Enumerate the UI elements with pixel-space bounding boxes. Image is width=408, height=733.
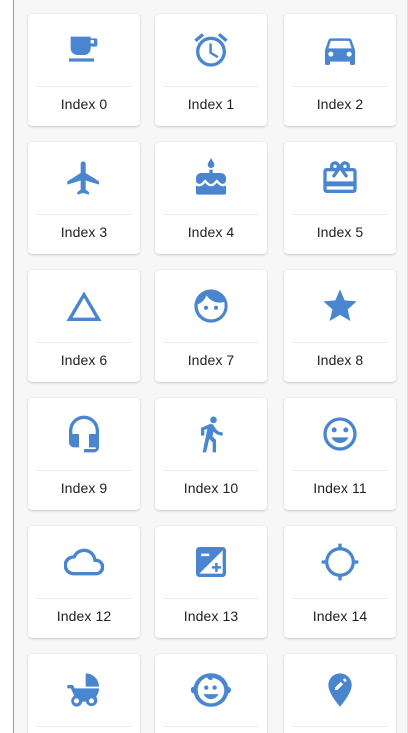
car-icon [320, 30, 360, 70]
tile-label: Index 4 [187, 224, 235, 240]
grid-tile-3[interactable]: Index 3 [28, 142, 140, 254]
tile-label: Index 6 [60, 352, 108, 368]
location-pin-edit-icon [320, 670, 360, 710]
grid-tile-6[interactable]: Index 6 [28, 270, 140, 382]
tile-divider [36, 214, 132, 215]
grid-tile-14[interactable]: Index 14 [284, 526, 396, 638]
grid-tile-4[interactable]: Index 4 [155, 142, 267, 254]
headset-icon [64, 414, 104, 454]
tile-label: Index 13 [183, 608, 239, 624]
icon-grid-scroll-view[interactable]: Index 0 Index 1 Index 2 Index 3 Index 4 … [14, 0, 408, 733]
coffee-cup-icon [64, 30, 104, 70]
tile-label: Index 3 [60, 224, 108, 240]
triangle-outline-icon [64, 286, 104, 326]
tile-divider [292, 726, 388, 727]
tile-label: Index 2 [316, 96, 364, 112]
tile-label: Index 1 [187, 96, 235, 112]
tile-divider [292, 214, 388, 215]
tile-label: Index 9 [60, 480, 108, 496]
grid-tile-12[interactable]: Index 12 [28, 526, 140, 638]
grid-tile-17[interactable] [284, 654, 396, 733]
tile-divider [292, 470, 388, 471]
grid-tile-0[interactable]: Index 0 [28, 14, 140, 126]
birthday-cake-icon [191, 158, 231, 198]
airplane-icon [64, 158, 104, 198]
walking-person-icon [191, 414, 231, 454]
app-screen: Index 0 Index 1 Index 2 Index 3 Index 4 … [0, 0, 408, 733]
gps-target-icon [320, 542, 360, 582]
tile-label: Index 12 [56, 608, 112, 624]
grid-tile-10[interactable]: Index 10 [155, 398, 267, 510]
tile-divider [292, 342, 388, 343]
tile-divider [163, 470, 259, 471]
tile-divider [36, 342, 132, 343]
tile-divider [163, 598, 259, 599]
tile-label: Index 14 [312, 608, 368, 624]
face-icon [191, 286, 231, 326]
tile-divider [163, 86, 259, 87]
tile-label: Index 5 [316, 224, 364, 240]
tile-label: Index 0 [60, 96, 108, 112]
alarm-clock-icon [191, 30, 231, 70]
tile-label: Index 11 [313, 480, 367, 496]
tile-label: Index 8 [316, 352, 364, 368]
tile-label: Index 7 [187, 352, 235, 368]
tile-divider [163, 726, 259, 727]
tile-divider [292, 598, 388, 599]
tile-label: Index 10 [183, 480, 239, 496]
child-face-icon [191, 670, 231, 710]
tile-divider [36, 86, 132, 87]
baby-stroller-icon [64, 670, 104, 710]
grid-tile-1[interactable]: Index 1 [155, 14, 267, 126]
grid-tile-9[interactable]: Index 9 [28, 398, 140, 510]
gift-card-icon [320, 158, 360, 198]
tile-divider [163, 342, 259, 343]
grid-tile-15[interactable] [28, 654, 140, 733]
star-icon [320, 286, 360, 326]
grid-tile-7[interactable]: Index 7 [155, 270, 267, 382]
tile-divider [36, 470, 132, 471]
tile-divider [36, 726, 132, 727]
grid-tile-16[interactable] [155, 654, 267, 733]
grid-tile-5[interactable]: Index 5 [284, 142, 396, 254]
grid-tile-11[interactable]: Index 11 [284, 398, 396, 510]
smiley-face-icon [320, 414, 360, 454]
tile-divider [36, 598, 132, 599]
tile-divider [292, 86, 388, 87]
grid-tile-8[interactable]: Index 8 [284, 270, 396, 382]
tile-divider [163, 214, 259, 215]
grid-tile-13[interactable]: Index 13 [155, 526, 267, 638]
exposure-icon [191, 542, 231, 582]
cloud-outline-icon [64, 542, 104, 582]
grid-tile-2[interactable]: Index 2 [284, 14, 396, 126]
